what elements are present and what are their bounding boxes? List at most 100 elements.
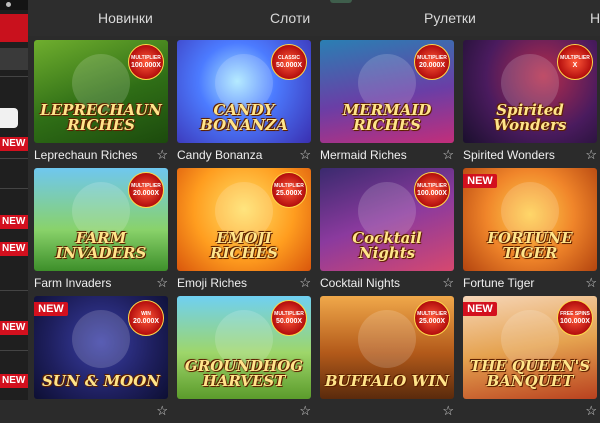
- multiplier-badge: WIN 20.000X: [128, 300, 164, 336]
- favorite-star-icon[interactable]: ☆: [299, 276, 311, 289]
- game-card[interactable]: EMOJI RICHES MULTIPLIER 25.000X Emoji Riche…: [177, 168, 311, 295]
- badge-caption: FREE SPINS: [560, 311, 590, 317]
- category-nav: Новинки Слоти Рулетки Н: [28, 0, 600, 36]
- game-name[interactable]: Spirited Wonders: [463, 148, 555, 162]
- new-badge: NEW: [463, 174, 497, 188]
- multiplier-badge: MULTIPLIER 100.000X: [414, 172, 450, 208]
- game-card-footer: ☆: [177, 399, 311, 423]
- badge-caption: MULTIPLIER: [560, 55, 590, 61]
- sidebar-divider: [0, 158, 28, 159]
- nav-active-indicator: [330, 0, 352, 3]
- multiplier-badge: MULTIPLIER X: [557, 44, 593, 80]
- game-name[interactable]: Farm Invaders: [34, 276, 111, 290]
- favorite-star-icon[interactable]: ☆: [299, 404, 311, 417]
- game-art-title: SUN & MOON: [41, 372, 161, 390]
- game-art-title: LEPRECHAUN RICHES: [40, 101, 162, 134]
- game-name[interactable]: Candy Bonanza: [177, 148, 262, 162]
- favorite-star-icon[interactable]: ☆: [585, 276, 597, 289]
- favorite-star-icon[interactable]: ☆: [156, 148, 168, 161]
- game-card[interactable]: BUFFALO WIN MULTIPLIER 25.000X ☆: [320, 296, 454, 423]
- game-card-footer: Emoji Riches ☆: [177, 271, 311, 295]
- badge-value: 100.000X: [131, 62, 161, 69]
- game-art-title: MERMAID RICHES: [342, 101, 432, 134]
- game-thumbnail[interactable]: SUN & MOON WIN 20.000X NEW: [34, 296, 168, 399]
- game-card-footer: ☆: [320, 399, 454, 423]
- game-card[interactable]: FARM INVADERS MULTIPLIER 20.000X Farm Invad…: [34, 168, 168, 295]
- badge-value: 20.000X: [132, 318, 160, 325]
- badge-value: 50.000X: [275, 62, 303, 69]
- sidebar-search-field[interactable]: [0, 108, 18, 128]
- multiplier-badge: MULTIPLIER 25.000X: [414, 300, 450, 336]
- sidebar-top-bar: [0, 0, 28, 10]
- sidebar-new-badge: NEW: [0, 215, 28, 229]
- sidebar-new-badge: NEW: [0, 242, 28, 256]
- favorite-star-icon[interactable]: ☆: [442, 148, 454, 161]
- game-thumbnail[interactable]: THE QUEEN'S BANQUET FREE SPINS 100.000X NEW: [463, 296, 597, 399]
- badge-value: 100.000X: [417, 190, 447, 197]
- game-art-title: EMOJI RICHES: [210, 229, 278, 262]
- game-card-footer: Leprechaun Riches ☆: [34, 143, 168, 167]
- game-card-footer: Candy Bonanza ☆: [177, 143, 311, 167]
- game-thumbnail[interactable]: GROUNDHOG HARVEST MULTIPLIER 50.000X: [177, 296, 311, 399]
- badge-value: 100.000X: [560, 318, 590, 325]
- badge-value: 20.000X: [132, 190, 160, 197]
- game-card[interactable]: FORTUNE TIGER NEW Fortune Tiger ☆: [463, 168, 597, 295]
- game-card-footer: ☆: [34, 399, 168, 423]
- game-thumbnail[interactable]: EMOJI RICHES MULTIPLIER 25.000X: [177, 168, 311, 271]
- sidebar-red-button[interactable]: [0, 14, 28, 42]
- game-name[interactable]: Emoji Riches: [177, 276, 247, 290]
- game-card[interactable]: MERMAID RICHES MULTIPLIER 20.000X Mermaid R…: [320, 40, 454, 167]
- game-thumbnail[interactable]: Cocktail Nights MULTIPLIER 100.000X: [320, 168, 454, 271]
- game-card[interactable]: Cocktail Nights MULTIPLIER 100.000X Cocktai…: [320, 168, 454, 295]
- game-thumbnail[interactable]: MERMAID RICHES MULTIPLIER 20.000X: [320, 40, 454, 143]
- game-card[interactable]: THE QUEEN'S BANQUET FREE SPINS 100.000X NEW…: [463, 296, 597, 423]
- game-card-footer: Mermaid Riches ☆: [320, 143, 454, 167]
- game-name[interactable]: Fortune Tiger: [463, 276, 534, 290]
- tab-novinki[interactable]: Новинки: [98, 10, 153, 26]
- multiplier-badge: CLASSIC 50.000X: [271, 44, 307, 80]
- game-card[interactable]: GROUNDHOG HARVEST MULTIPLIER 50.000X ☆: [177, 296, 311, 423]
- game-thumbnail[interactable]: BUFFALO WIN MULTIPLIER 25.000X: [320, 296, 454, 399]
- game-thumbnail[interactable]: CANDY BONANZA CLASSIC 50.000X: [177, 40, 311, 143]
- favorite-star-icon[interactable]: ☆: [299, 148, 311, 161]
- game-thumbnail[interactable]: FARM INVADERS MULTIPLIER 20.000X: [34, 168, 168, 271]
- favorite-star-icon[interactable]: ☆: [585, 404, 597, 417]
- game-card[interactable]: Spirited Wonders MULTIPLIER X Spirited Wond…: [463, 40, 597, 167]
- game-art-title: Spirited Wonders: [493, 101, 567, 134]
- favorite-star-icon[interactable]: ☆: [442, 404, 454, 417]
- tab-ruletki[interactable]: Рулетки: [424, 10, 476, 26]
- badge-value: 25.000X: [275, 190, 303, 197]
- sidebar-divider: [0, 76, 28, 77]
- game-card-footer: Farm Invaders ☆: [34, 271, 168, 295]
- tab-sloti[interactable]: Слоти: [270, 10, 310, 26]
- favorite-star-icon[interactable]: ☆: [156, 276, 168, 289]
- favorite-star-icon[interactable]: ☆: [442, 276, 454, 289]
- game-art-title: THE QUEEN'S BANQUET: [469, 357, 591, 390]
- sidebar-dot-icon: [6, 2, 11, 7]
- tab-more[interactable]: Н: [590, 10, 600, 26]
- favorite-star-icon[interactable]: ☆: [585, 148, 597, 161]
- game-thumbnail[interactable]: FORTUNE TIGER NEW: [463, 168, 597, 271]
- badge-caption: MULTIPLIER: [274, 183, 304, 189]
- game-card-footer: Fortune Tiger ☆: [463, 271, 597, 295]
- game-thumbnail[interactable]: LEPRECHAUN RICHES MULTIPLIER 100.000X: [34, 40, 168, 143]
- badge-value: 25.000X: [418, 318, 446, 325]
- art-glow: [72, 310, 130, 368]
- badge-caption: MULTIPLIER: [274, 311, 304, 317]
- sidebar-new-badge: NEW: [0, 137, 28, 151]
- new-badge: NEW: [34, 302, 68, 316]
- game-name[interactable]: Mermaid Riches: [320, 148, 407, 162]
- game-card[interactable]: SUN & MOON WIN 20.000X NEW ☆: [34, 296, 168, 423]
- game-card[interactable]: CANDY BONANZA CLASSIC 50.000X Candy Bonanza…: [177, 40, 311, 167]
- game-name[interactable]: Leprechaun Riches: [34, 148, 137, 162]
- game-art-title: GROUNDHOG HARVEST: [184, 357, 304, 390]
- favorite-star-icon[interactable]: ☆: [156, 404, 168, 417]
- sidebar-block[interactable]: [0, 48, 28, 70]
- game-name[interactable]: Cocktail Nights: [320, 276, 400, 290]
- multiplier-badge: MULTIPLIER 20.000X: [414, 44, 450, 80]
- new-badge: NEW: [463, 302, 497, 316]
- badge-value: 20.000X: [418, 62, 446, 69]
- multiplier-badge: MULTIPLIER 25.000X: [271, 172, 307, 208]
- game-card[interactable]: LEPRECHAUN RICHES MULTIPLIER 100.000X Lepre…: [34, 40, 168, 167]
- game-thumbnail[interactable]: Spirited Wonders MULTIPLIER X: [463, 40, 597, 143]
